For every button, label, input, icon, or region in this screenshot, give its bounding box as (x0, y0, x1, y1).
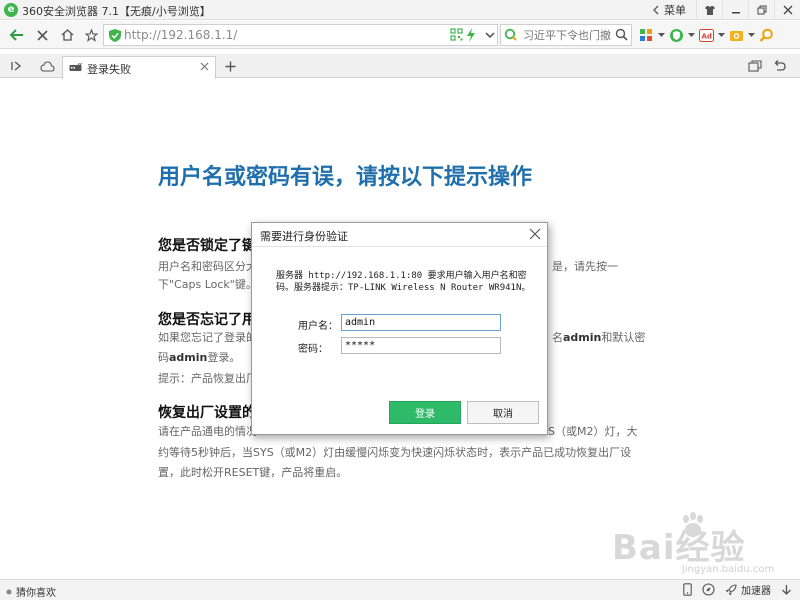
new-tab-plus-icon[interactable] (219, 56, 241, 76)
watermark-url: jingyan.baidu.com (682, 564, 775, 575)
dialog-close-icon[interactable] (529, 228, 541, 240)
menu-button[interactable]: 菜单 (664, 0, 696, 20)
tab-list-icon[interactable] (744, 56, 766, 76)
back-button[interactable] (6, 25, 28, 45)
minimize-button[interactable] (722, 0, 748, 20)
titlebar-back-arrow-icon[interactable] (648, 0, 664, 20)
section-text-default-credentials: 名admin和默认密 (552, 330, 645, 346)
titlebar-controls: 菜单 (648, 0, 800, 20)
auth-dialog: 需要进行身份验证 服务器 http://192.168.1.1:80 要求用户输… (251, 222, 548, 435)
section-title-caps-lock: 您是否锁定了键 (158, 238, 256, 254)
section-title-factory-reset: 恢复出厂设置的 (158, 405, 256, 421)
download-arrow-icon[interactable] (781, 584, 792, 596)
section-text: 请在产品通电的情况 (158, 425, 257, 438)
text-fragment: 和默认密 (601, 331, 646, 344)
section-text: 约等待5秒钟后，当SYS（或M2）灯由缓慢闪烁变为快速闪烁状态时，表示产品已成功… (158, 446, 632, 459)
tab-login-failed[interactable]: 登录失败 (62, 56, 216, 79)
navigation-bar: Ad (0, 21, 800, 49)
close-window-button[interactable] (774, 0, 800, 20)
text-fragment: 名 (552, 331, 563, 344)
address-bar[interactable] (103, 24, 498, 46)
mobile-phone-icon[interactable] (683, 583, 692, 596)
search-engine-logo-icon[interactable] (504, 28, 520, 42)
dot-icon (6, 589, 12, 594)
window-titlebar: e 360安全浏览器 7.1【无痕/小号浏览】 菜单 (0, 0, 800, 20)
search-input[interactable] (523, 26, 615, 44)
section-text: 是，请先按一 (552, 260, 618, 273)
accelerator-label: 加速器 (741, 586, 771, 597)
tab-label: 登录失败 (87, 63, 131, 76)
default-password-text: admin (169, 351, 208, 364)
section-text: 置，此时松开RESET键，产品将重启。 (158, 466, 348, 479)
restore-button[interactable] (748, 0, 774, 20)
rocket-icon (725, 584, 737, 596)
svg-text:Ad: Ad (701, 32, 711, 40)
tab-close-icon[interactable] (200, 62, 209, 71)
stop-button[interactable] (31, 25, 53, 45)
search-box[interactable] (500, 24, 632, 46)
adblock-icon[interactable]: Ad (698, 27, 714, 43)
default-username-text: admin (563, 331, 602, 344)
router-page-icon (69, 63, 82, 72)
guard-dropdown-chevron-down-icon[interactable] (687, 32, 695, 38)
search-icon[interactable] (615, 28, 628, 41)
apps-dropdown-chevron-down-icon[interactable] (657, 32, 665, 38)
login-button[interactable]: 登录 (389, 401, 461, 424)
section-text: S（或M2）灯，大 (548, 425, 638, 438)
section-text: 下"Caps Lock"键。 (158, 278, 257, 291)
baidu-jingyan-watermark: Bai经验 jingyan.baidu.com (612, 508, 792, 578)
section-text-default-password: 码admin登录。 (158, 350, 240, 366)
address-dropdown-chevron-down-icon[interactable] (484, 28, 496, 42)
username-input[interactable] (341, 314, 501, 331)
skin-shirt-icon[interactable] (696, 0, 722, 20)
browser-logo-icon: e (4, 3, 18, 17)
speed-bolt-icon[interactable] (466, 28, 476, 42)
compass-icon[interactable] (702, 583, 715, 596)
sidebar-toggle-icon[interactable] (6, 56, 28, 76)
adblock-dropdown-chevron-down-icon[interactable] (717, 32, 725, 38)
text-fragment: 码 (158, 351, 169, 364)
undo-close-tab-icon[interactable] (768, 56, 790, 76)
screenshot-dropdown-chevron-down-icon[interactable] (747, 32, 755, 38)
status-bar: 猜你喜欢 加速器 (0, 579, 800, 600)
section-text: 用户名和密码区分大 (158, 260, 257, 273)
security-shield-icon[interactable] (108, 28, 122, 43)
recommendations-label: 猜你喜欢 (16, 588, 56, 599)
username-label: 用户名： (298, 321, 338, 332)
section-title-forgot-password: 您是否忘记了用 (158, 312, 256, 328)
screenshot-tool-icon[interactable] (728, 27, 744, 43)
qr-code-icon[interactable] (450, 28, 463, 41)
section-text-hint: 提示：产品恢复出厂 (158, 372, 257, 385)
section-text: 如果您忘记了登录的 (158, 331, 257, 344)
tab-bar: 登录失败 (0, 54, 800, 79)
dialog-titlebar: 需要进行身份验证 (252, 223, 547, 247)
password-label: 密码： (298, 344, 328, 355)
paw-print-icon (683, 512, 703, 537)
cancel-button[interactable]: 取消 (467, 401, 539, 424)
extension-toolbar: Ad (638, 25, 774, 45)
recommendations-link[interactable]: 猜你喜欢 (6, 584, 56, 599)
menu-label: 菜单 (664, 4, 686, 17)
security-guard-icon[interactable] (668, 27, 684, 43)
password-input[interactable] (341, 337, 501, 354)
page-search-magnifier-icon[interactable] (758, 27, 774, 43)
accelerator-button[interactable]: 加速器 (725, 582, 771, 597)
apps-grid-icon[interactable] (638, 27, 654, 43)
status-tools: 加速器 (683, 582, 792, 597)
home-button[interactable] (56, 25, 78, 45)
window-title: 360安全浏览器 7.1【无痕/小号浏览】 (22, 5, 211, 18)
address-input[interactable] (124, 26, 424, 44)
dialog-message-line2: 码。服务器提示：TP-LINK Wireless N Router WR941N… (276, 283, 531, 293)
cloud-sync-icon[interactable] (36, 56, 58, 76)
favorite-star-button[interactable] (80, 25, 102, 45)
text-fragment: 登录。 (207, 351, 241, 364)
dialog-title: 需要进行身份验证 (260, 230, 348, 243)
page-heading: 用户名或密码有误，请按以下提示操作 (158, 165, 533, 190)
